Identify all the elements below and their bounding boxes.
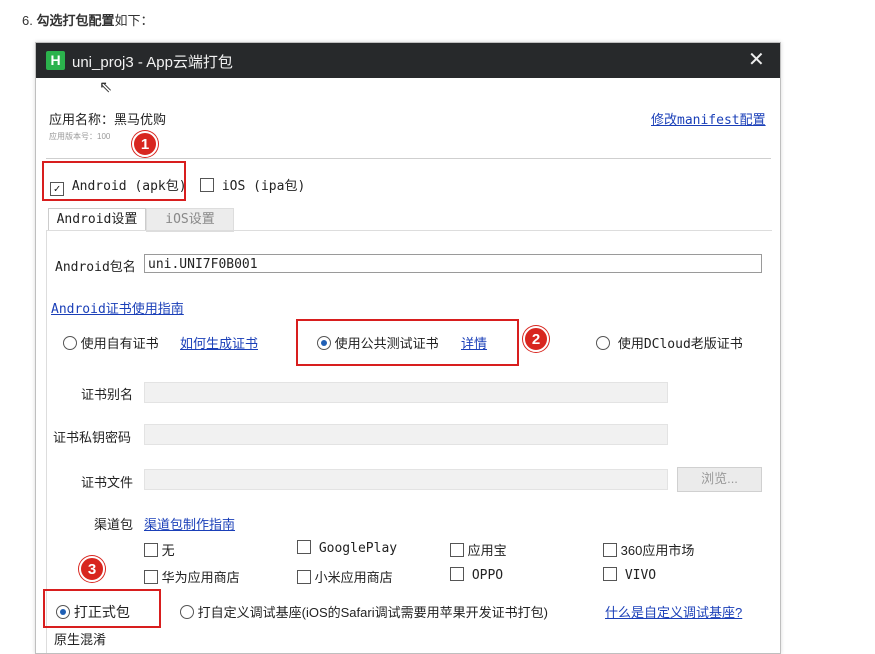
- channel-checkbox-vivo[interactable]: VIVO: [603, 567, 656, 583]
- channel-vivo-box[interactable]: [603, 567, 617, 581]
- release-build-label: 打正式包: [73, 604, 130, 620]
- step-number: 6.: [22, 13, 33, 28]
- header-divider: [46, 158, 771, 159]
- channel-yingyongbao-label: 应用宝: [467, 543, 507, 558]
- close-icon[interactable]: ✕: [748, 47, 765, 72]
- cert-file-label: 证书文件: [81, 475, 134, 490]
- dcloud-old-cert-radio-circle[interactable]: [596, 336, 610, 350]
- own-cert-radio[interactable]: 使用自有证书: [63, 333, 159, 352]
- channel-xiaomi-label: 小米应用商店: [314, 570, 393, 585]
- what-is-custom-base-link[interactable]: 什么是自定义调试基座?: [605, 602, 742, 621]
- ios-checkbox-label: iOS (ipa包): [221, 179, 306, 194]
- mouse-cursor-icon: ⇖: [99, 79, 113, 96]
- package-name-input[interactable]: uni.UNI7F0B001: [144, 254, 762, 273]
- channel-checkbox-none[interactable]: 无: [144, 540, 175, 559]
- custom-debug-base-radio[interactable]: 打自定义调试基座(iOS的Safari调试需要用苹果开发证书打包): [180, 602, 548, 621]
- ios-checkbox[interactable]: iOS (ipa包): [200, 175, 305, 194]
- tab-android-settings[interactable]: Android设置: [48, 208, 146, 231]
- modify-manifest-link[interactable]: 修改manifest配置: [651, 109, 766, 128]
- channel-checkbox-huawei[interactable]: 华为应用商店: [144, 567, 240, 586]
- public-cert-details-link[interactable]: 详情: [461, 333, 487, 352]
- channel-none-box[interactable]: [144, 543, 158, 557]
- tab-ios-settings[interactable]: iOS设置: [146, 208, 234, 232]
- release-build-radio-circle[interactable]: [56, 605, 70, 619]
- step-bold-text: 勾选打包配置: [36, 13, 115, 28]
- public-test-cert-radio[interactable]: 使用公共测试证书: [317, 333, 439, 352]
- channel-checkbox-xiaomi[interactable]: 小米应用商店: [297, 567, 393, 586]
- package-name-label: Android包名: [55, 260, 136, 275]
- dialog-title: uni_proj3 - App云端打包: [72, 54, 233, 71]
- custom-debug-base-radio-circle[interactable]: [180, 605, 194, 619]
- app-name-label: 应用名称：黑马优购: [49, 112, 167, 127]
- android-checkbox-label: Android (apk包): [71, 179, 187, 194]
- release-build-radio[interactable]: 打正式包: [56, 602, 130, 622]
- public-test-cert-label: 使用公共测试证书: [334, 336, 439, 351]
- channel-none-label: 无: [161, 543, 175, 558]
- step-heading: 6. 勾选打包配置如下：: [22, 10, 154, 29]
- channel-xiaomi-box[interactable]: [297, 570, 311, 584]
- channel-checkbox-googleplay[interactable]: GooglePlay: [297, 540, 397, 556]
- channel-huawei-box[interactable]: [144, 570, 158, 584]
- hbuilder-app-icon: H: [46, 51, 65, 70]
- cert-file-input[interactable]: [144, 469, 668, 490]
- cert-password-input[interactable]: [144, 424, 668, 445]
- cert-password-label: 证书私钥密码: [53, 430, 132, 445]
- dialog-titlebar: H uni_proj3 - App云端打包 ✕: [36, 43, 780, 78]
- channel-oppo-box[interactable]: [450, 567, 464, 581]
- native-obfuscation-label: 原生混淆: [54, 632, 107, 647]
- channel-vivo-label: VIVO: [624, 568, 657, 583]
- channel-googleplay-box[interactable]: [297, 540, 311, 554]
- channel-huawei-label: 华为应用商店: [161, 570, 240, 585]
- dcloud-old-cert-label: 使用DCloud老版证书: [617, 337, 743, 352]
- channel-guide-link[interactable]: 渠道包制作指南: [144, 514, 235, 533]
- channel-360-label: 360应用市场: [620, 543, 695, 558]
- channel-checkbox-oppo[interactable]: OPPO: [450, 567, 503, 583]
- channel-yingyongbao-box[interactable]: [450, 543, 464, 557]
- app-version-label: 应用版本号：100: [49, 132, 111, 141]
- step-badge-1: 1: [132, 131, 158, 157]
- how-to-generate-cert-link[interactable]: 如何生成证书: [180, 333, 258, 352]
- android-checkbox[interactable]: ✓ Android (apk包): [50, 175, 187, 196]
- cert-alias-input[interactable]: [144, 382, 668, 403]
- own-cert-radio-circle[interactable]: [63, 336, 77, 350]
- dcloud-old-cert-radio[interactable]: 使用DCloud老版证书: [596, 333, 743, 352]
- own-cert-label: 使用自有证书: [80, 336, 159, 351]
- channel-360-box[interactable]: [603, 543, 617, 557]
- step-badge-3: 3: [79, 556, 105, 582]
- ios-checkbox-box[interactable]: [200, 178, 214, 192]
- channel-checkbox-360[interactable]: 360应用市场: [603, 540, 694, 559]
- channel-googleplay-label: GooglePlay: [318, 541, 398, 556]
- browse-button[interactable]: 浏览...: [677, 467, 762, 492]
- step-rest-text: 如下：: [114, 13, 154, 28]
- channel-label: 渠道包: [94, 517, 134, 532]
- custom-debug-base-label: 打自定义调试基座(iOS的Safari调试需要用苹果开发证书打包): [197, 605, 548, 620]
- step-badge-2: 2: [523, 326, 549, 352]
- public-test-cert-radio-circle[interactable]: [317, 336, 331, 350]
- channel-checkbox-yingyongbao[interactable]: 应用宝: [450, 540, 507, 559]
- android-checkbox-box[interactable]: ✓: [50, 182, 64, 196]
- cert-alias-label: 证书别名: [81, 387, 134, 402]
- channel-oppo-label: OPPO: [471, 568, 504, 583]
- android-cert-guide-link[interactable]: Android证书使用指南: [51, 298, 184, 317]
